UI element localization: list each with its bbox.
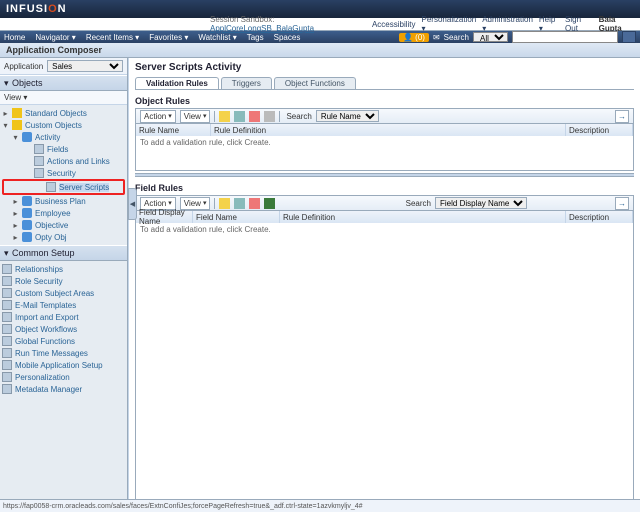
col-rule-definition: Rule Definition	[211, 124, 566, 136]
nav-home[interactable]: Home	[4, 33, 25, 42]
tree-opty[interactable]: ▸Opty Obj	[2, 231, 125, 243]
fr-search-by[interactable]: Field Display Name	[435, 197, 527, 209]
nav-spaces[interactable]: Spaces	[274, 33, 301, 42]
content-area: ◀ Server Scripts Activity Validation Rul…	[128, 58, 640, 510]
cs-personalization[interactable]: Personalization	[2, 371, 125, 383]
search-scope[interactable]: All	[473, 32, 508, 42]
copy-icon[interactable]	[264, 111, 275, 122]
or-search-go[interactable]: →	[615, 110, 629, 123]
col-description: Description	[566, 124, 633, 136]
cs-mobile-app-setup[interactable]: Mobile Application Setup	[2, 359, 125, 371]
splitter[interactable]	[135, 173, 634, 177]
col-rule-definition: Rule Definition	[280, 211, 566, 223]
tree-employee[interactable]: ▸Employee	[2, 207, 125, 219]
tree-security[interactable]: Security	[2, 167, 125, 179]
nav-navigator[interactable]: Navigator ▾	[35, 33, 75, 42]
tree-actions-links[interactable]: Actions and Links	[2, 155, 125, 167]
nav-tags[interactable]: Tags	[247, 33, 264, 42]
tree-custom-objects[interactable]: ▾Custom Objects	[2, 119, 125, 131]
tree-objective[interactable]: ▸Objective	[2, 219, 125, 231]
cs-global-functions[interactable]: Global Functions	[2, 335, 125, 347]
field-rules-toolbar: Action View Search Field Display Name →	[135, 195, 634, 211]
objects-view-menu[interactable]: View ▾	[4, 93, 27, 102]
accessibility-link[interactable]: Accessibility	[372, 20, 416, 29]
delete-icon[interactable]	[249, 198, 260, 209]
field-rules-section: Field Rules Action View Search Field Dis…	[135, 181, 634, 510]
nav-favorites[interactable]: Favorites ▾	[149, 33, 188, 42]
col-rule-name: Rule Name	[136, 124, 211, 136]
tree-server-scripts[interactable]: Server Scripts	[2, 179, 125, 195]
cs-role-security[interactable]: Role Security	[2, 275, 125, 287]
common-setup-tree: Relationships Role Security Custom Subje…	[0, 261, 127, 397]
cs-object-workflows[interactable]: Object Workflows	[2, 323, 125, 335]
cs-import-export[interactable]: Import and Export	[2, 311, 125, 323]
cs-metadata-manager[interactable]: Metadata Manager	[2, 383, 125, 395]
col-field-name: Field Name	[193, 211, 280, 223]
field-rules-grid: Field Display Name Field Name Rule Defin…	[135, 211, 634, 510]
edit-icon[interactable]	[234, 198, 245, 209]
status-bar: https://fap0058-crm.oracleads.com/sales/…	[0, 499, 640, 512]
objects-header[interactable]: ▾Objects	[0, 75, 127, 91]
or-search-by[interactable]: Rule Name	[316, 110, 379, 122]
tab-object-functions[interactable]: Object Functions	[274, 77, 356, 89]
delete-icon[interactable]	[249, 111, 260, 122]
objects-tree: ▸Standard Objects ▾Custom Objects ▾Activ…	[0, 105, 127, 245]
brand-logo: INFUSION	[6, 3, 67, 15]
nav-watchlist[interactable]: Watchlist ▾	[198, 33, 236, 42]
app-title: Application Composer	[0, 43, 640, 58]
tab-triggers[interactable]: Triggers	[221, 77, 272, 89]
create-icon[interactable]	[219, 198, 230, 209]
object-rules-body: To add a validation rule, click Create.	[136, 136, 633, 170]
global-toolbar: Session Sandbox: ApplCoreLongSB_BalaGupt…	[0, 18, 640, 31]
cs-relationships[interactable]: Relationships	[2, 263, 125, 275]
edit-icon[interactable]	[234, 111, 245, 122]
search-label: Search	[444, 33, 469, 42]
object-rules-grid: Rule Name Rule Definition Description To…	[135, 124, 634, 171]
tree-fields[interactable]: Fields	[2, 143, 125, 155]
tree-standard-objects[interactable]: ▸Standard Objects	[2, 107, 125, 119]
create-icon[interactable]	[219, 111, 230, 122]
nav-recent[interactable]: Recent Items ▾	[86, 33, 139, 42]
or-search-label: Search	[286, 112, 311, 121]
cs-runtime-messages[interactable]: Run Time Messages	[2, 347, 125, 359]
or-view-menu[interactable]: View	[180, 110, 211, 123]
object-rules-toolbar: Action View Search Rule Name →	[135, 108, 634, 124]
object-rules-header: Object Rules	[135, 94, 634, 108]
mail-icon[interactable]: ✉	[433, 33, 440, 42]
col-description: Description	[566, 211, 633, 223]
sidebar: Application Sales ▾Objects View ▾ ▸Stand…	[0, 58, 128, 510]
search-input[interactable]	[512, 31, 618, 43]
or-action-menu[interactable]: Action	[140, 110, 176, 123]
col-field-display-name: Field Display Name	[136, 211, 193, 223]
sidebar-collapser[interactable]: ◀	[128, 188, 137, 220]
tab-validation-rules[interactable]: Validation Rules	[135, 77, 219, 89]
session-label: Session Sandbox: ApplCoreLongSB_BalaGupt…	[204, 15, 366, 33]
page-title: Server Scripts Activity	[129, 58, 640, 77]
tree-activity[interactable]: ▾Activity	[2, 131, 125, 143]
object-rules-section: Object Rules Action View Search Rule Nam…	[135, 94, 634, 171]
field-rules-body: To add a validation rule, click Create.	[136, 223, 633, 509]
search-go[interactable]	[622, 31, 636, 43]
fr-search-label: Search	[406, 199, 431, 208]
cs-email-templates[interactable]: E-Mail Templates	[2, 299, 125, 311]
application-label: Application	[4, 62, 43, 71]
cs-custom-subject-areas[interactable]: Custom Subject Areas	[2, 287, 125, 299]
application-select[interactable]: Sales	[47, 60, 123, 72]
export-icon[interactable]	[264, 198, 275, 209]
field-rules-header: Field Rules	[135, 181, 634, 195]
tabs: Validation Rules Triggers Object Functio…	[135, 77, 634, 90]
common-setup-header[interactable]: ▾Common Setup	[0, 245, 127, 261]
tree-business-plan[interactable]: ▸Business Plan	[2, 195, 125, 207]
fr-search-go[interactable]: →	[615, 197, 629, 210]
notif-icon[interactable]: 👤 (0)	[399, 33, 429, 42]
